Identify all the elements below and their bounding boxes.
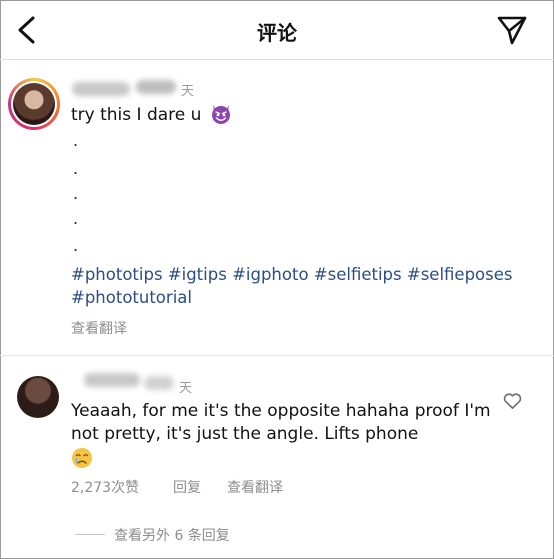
post-caption: try this I dare u xyxy=(71,103,232,125)
caption-dot: . xyxy=(73,236,79,255)
comment-translate-link[interactable]: 查看翻译 xyxy=(227,477,283,497)
blurred-timestamp xyxy=(144,376,174,390)
blurred-timestamp xyxy=(136,80,176,94)
comment-reply-button[interactable]: 回复 xyxy=(173,477,201,497)
hashtag-link[interactable]: #igtips xyxy=(168,265,227,284)
post-author-avatar[interactable] xyxy=(8,78,60,130)
comment-time-suffix: 天 xyxy=(179,381,193,396)
post-translate-link[interactable]: 查看翻译 xyxy=(71,318,127,338)
crying-face-emoji-icon xyxy=(72,448,92,468)
view-more-replies-button[interactable]: 查看另外 6 条回复 xyxy=(114,525,230,545)
top-bar: 评论 xyxy=(0,0,554,60)
hashtag-link[interactable]: #igphoto xyxy=(232,265,308,284)
comment-text: Yeaaah, for me it's the opposite hahaha … xyxy=(71,401,491,444)
paper-plane-icon[interactable] xyxy=(496,14,528,46)
post-time-suffix: 天 xyxy=(181,84,195,99)
caption-dot: . xyxy=(73,184,79,203)
replies-divider-line xyxy=(75,534,105,535)
hashtag-link[interactable]: #phototutorial xyxy=(71,288,192,307)
caption-dot: . xyxy=(73,159,79,178)
page-title: 评论 xyxy=(257,21,297,45)
smiling-devil-emoji-icon xyxy=(211,105,230,124)
blurred-username[interactable] xyxy=(84,373,140,387)
section-divider xyxy=(0,355,554,356)
caption-dot: . xyxy=(73,131,79,150)
hashtag-list: #phototips #igtips #igphoto #selfietips … xyxy=(71,263,541,309)
hashtag-link[interactable]: #phototips xyxy=(71,265,163,284)
heart-outline-icon[interactable] xyxy=(503,392,522,410)
commenter-avatar[interactable] xyxy=(17,376,59,418)
hashtag-link[interactable]: #selfieposes xyxy=(407,265,513,284)
hashtag-link[interactable]: #selfietips xyxy=(314,265,402,284)
caption-text: try this I dare u xyxy=(71,105,202,125)
comment-like-count[interactable]: 2,273次赞 xyxy=(71,477,139,497)
blurred-username[interactable] xyxy=(72,82,130,96)
comment-body: Yeaaah, for me it's the opposite hahaha … xyxy=(71,400,491,469)
caption-dot: . xyxy=(73,209,79,228)
